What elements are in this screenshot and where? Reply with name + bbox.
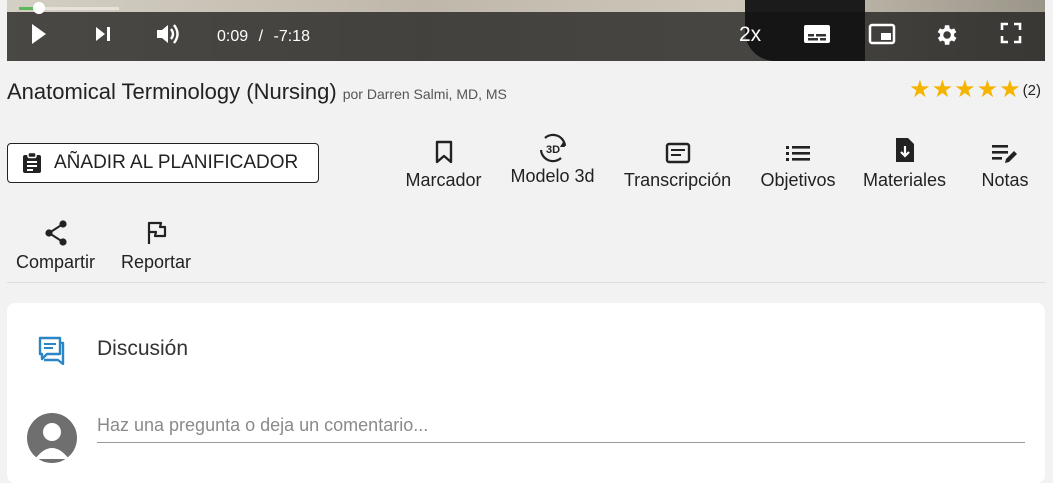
lesson-title: Anatomical Terminology (Nursing) [7, 79, 337, 104]
notes-label: Notas [981, 170, 1029, 190]
bookmark-label: Marcador [405, 170, 482, 190]
report-button[interactable]: Reportar [118, 218, 194, 273]
volume-icon [157, 24, 179, 44]
next-button[interactable] [93, 22, 113, 46]
add-to-planner-label: AÑADIR AL PLANIFICADOR [54, 152, 299, 173]
transcript-icon [665, 142, 690, 164]
settings-button[interactable] [933, 22, 959, 48]
time-separator: / [258, 28, 264, 45]
badge-3d: 3D [546, 144, 560, 156]
lesson-rating[interactable]: ★ ★ ★ ★ ★ (2) [908, 76, 1041, 103]
report-label: Reportar [120, 252, 192, 272]
notes-button[interactable]: Notas [979, 136, 1031, 191]
avatar [27, 413, 77, 463]
discussion-title: Discusión [97, 337, 189, 360]
skip-next-icon [96, 27, 110, 41]
share-label: Compartir [15, 252, 95, 272]
transcript-label: Transcripción [623, 170, 732, 190]
notes-edit-icon [992, 145, 1017, 163]
list-icon [786, 146, 810, 161]
add-to-planner-button[interactable]: AÑADIR AL PLANIFICADOR [7, 143, 319, 183]
transcript-button[interactable]: Transcripción [619, 136, 736, 191]
lesson-header: Anatomical Terminology (Nursing) por Dar… [7, 79, 507, 105]
play-button[interactable] [29, 22, 49, 46]
captions-button[interactable] [803, 22, 831, 46]
rating-count: (2) [1022, 81, 1041, 99]
fullscreen-button[interactable] [1000, 22, 1022, 44]
gear-icon [937, 25, 957, 45]
star-icon: ★ [931, 76, 954, 103]
model-3d-label: Modelo 3d [510, 166, 595, 186]
video-player[interactable]: 0:09 / -7:18 2x [7, 0, 1045, 61]
progress-handle[interactable] [33, 2, 45, 14]
star-icon: ★ [999, 76, 1021, 103]
rotate-3d-icon: 3D [539, 133, 566, 163]
lesson-author[interactable]: por Darren Salmi, MD, MS [343, 86, 507, 102]
discussion-panel: Discusión [7, 303, 1045, 483]
model-3d-button[interactable]: 3D Modelo 3d [505, 132, 600, 187]
objectives-button[interactable]: Objetivos [756, 136, 840, 191]
volume-button[interactable] [155, 22, 183, 46]
playback-speed-button[interactable]: 2x [739, 23, 761, 47]
share-icon [44, 220, 67, 246]
forum-icon [37, 335, 67, 370]
user-avatar-icon [35, 423, 69, 459]
time-display: 0:09 / -7:18 [217, 28, 310, 46]
bookmark-icon [435, 140, 452, 164]
objectives-label: Objetivos [760, 170, 836, 190]
star-icon: ★ [954, 76, 976, 103]
materials-button[interactable]: Materiales [859, 136, 950, 191]
section-divider [7, 282, 1045, 283]
fullscreen-icon [1000, 22, 1022, 44]
bookmark-button[interactable]: Marcador [402, 136, 485, 191]
play-icon [32, 24, 46, 44]
captions-icon [804, 25, 830, 43]
flag-icon [147, 221, 167, 244]
picture-in-picture-icon [868, 23, 896, 45]
star-icon: ★ [909, 76, 931, 103]
clipboard-icon [23, 152, 41, 173]
picture-in-picture-button[interactable] [868, 22, 896, 46]
star-icon: ★ [976, 76, 999, 103]
comment-input[interactable] [97, 409, 1025, 443]
share-button[interactable]: Compartir [12, 218, 99, 273]
materials-label: Materiales [862, 170, 947, 190]
file-download-icon [895, 138, 914, 162]
remaining-time: -7:18 [273, 28, 310, 45]
current-time: 0:09 [217, 28, 249, 45]
